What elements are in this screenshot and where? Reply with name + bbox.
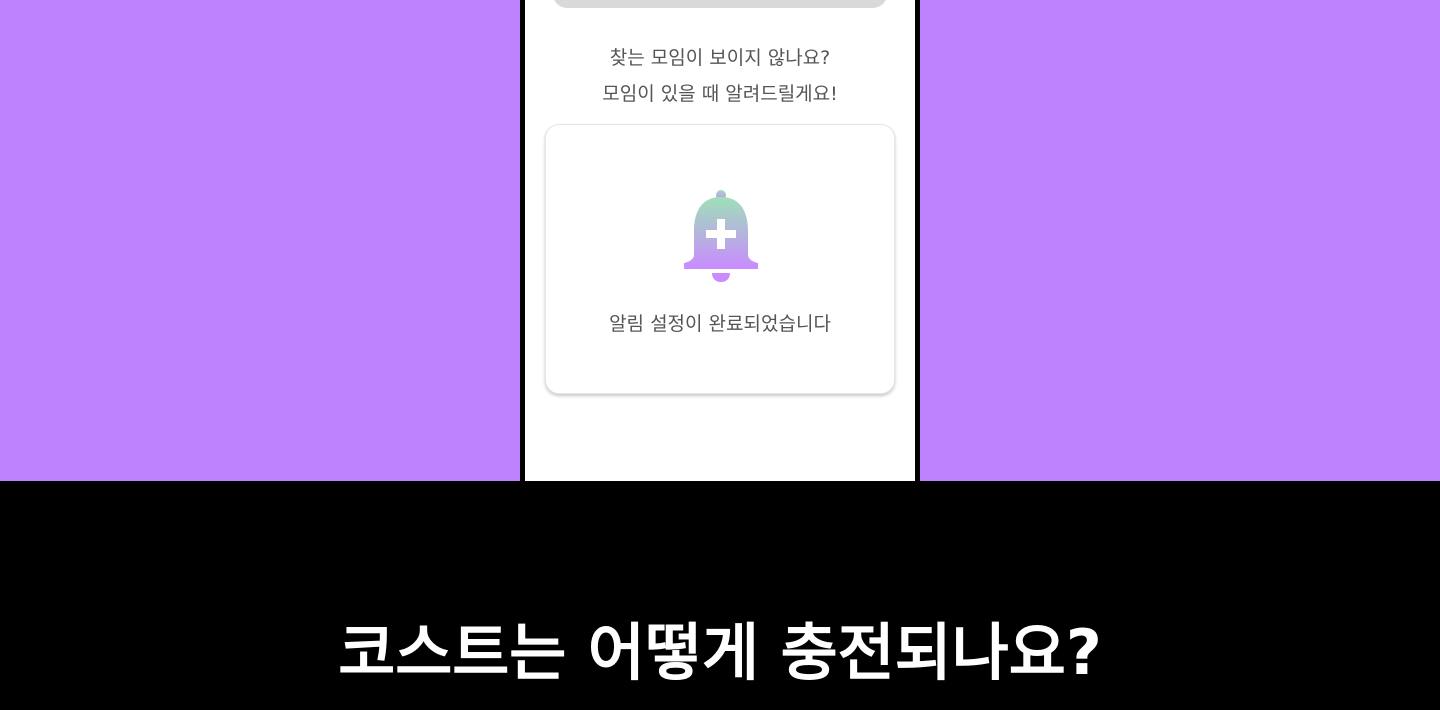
caption-title: 코스트는 어떻게 충전되나요? <box>338 616 1102 689</box>
phone-screen: 찾는 모임이 보이지 않나요? 모임이 있을 때 알려드릴게요! 알림 설정이 … <box>525 0 915 481</box>
notification-card[interactable]: 알림 설정이 완료되었습니다 <box>545 124 895 394</box>
empty-state-line-2: 모임이 있을 때 알려드릴게요! <box>602 83 838 105</box>
empty-state-message: 찾는 모임이 보이지 않나요? 모임이 있을 때 알려드릴게요! <box>525 40 915 112</box>
empty-state-line-1: 찾는 모임이 보이지 않나요? <box>609 47 831 69</box>
phone-frame: 찾는 모임이 보이지 않나요? 모임이 있을 때 알려드릴게요! 알림 설정이 … <box>520 0 920 481</box>
notification-confirm-label: 알림 설정이 완료되었습니다 <box>609 313 831 335</box>
bell-plus-icon <box>684 190 758 282</box>
search-bar[interactable] <box>553 0 887 8</box>
